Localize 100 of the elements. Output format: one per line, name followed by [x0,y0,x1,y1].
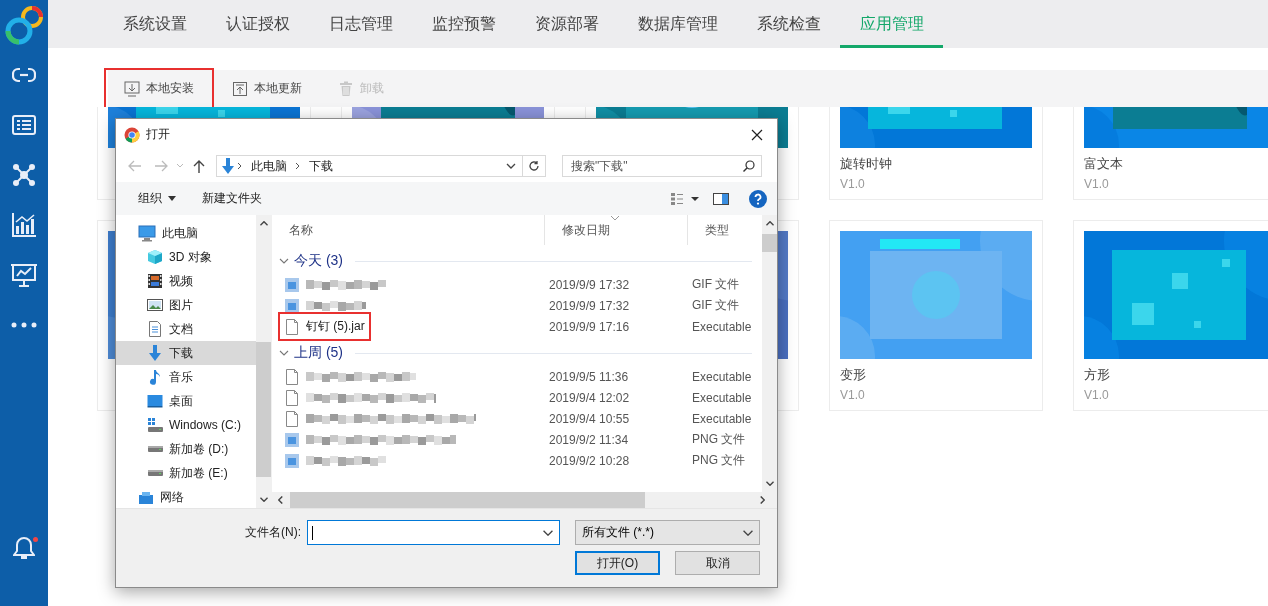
file-type: PNG 文件 [691,431,746,448]
file-type: GIF 文件 [691,297,740,314]
card-title: 旋转时钟 [840,155,893,173]
nav-tab[interactable]: 认证授权 [206,0,309,48]
help-icon[interactable] [749,189,767,208]
scrollbar-thumb[interactable] [762,234,777,252]
file-date: 2019/9/2 11:34 [548,432,630,447]
bar-chart-icon[interactable] [11,213,37,237]
chevron-down-icon[interactable] [543,529,553,536]
file-type: GIF 文件 [691,276,740,293]
drive-icon [147,446,163,452]
document-icon [284,318,300,335]
search-field[interactable]: 搜索"下载" [562,155,762,177]
column-header[interactable]: 名称 [289,221,313,239]
document-icon [284,389,300,406]
more-icon[interactable] [11,322,37,328]
card-version: V1.0 [1084,388,1110,402]
presentation-icon[interactable] [11,263,37,287]
file-date: 2019/9/5 11:36 [548,369,630,384]
sort-icon [610,215,620,221]
group-header[interactable]: 今天 (3) [294,252,343,270]
toolbar-button[interactable]: 组织 [132,186,182,211]
nav-pane-item[interactable]: 音乐 [116,365,256,389]
nav-pane-item[interactable]: 此电脑 [116,221,256,245]
up-arrow-icon [193,159,205,173]
network-icon[interactable] [12,163,36,187]
dialog-button[interactable]: 打开(O) [575,551,660,575]
file-name-field[interactable] [307,520,560,545]
chevron-down-icon [743,529,753,536]
image-file-icon [284,276,300,293]
document-icon [147,321,163,337]
scrollbar[interactable] [762,215,777,492]
nav-tab[interactable]: 资源部署 [515,0,618,48]
nav-pane-item[interactable]: 下载 [116,341,256,365]
app-card[interactable]: 变形 V1.0 [829,220,1043,411]
file-name: 钉钉 (5).jar [306,318,365,335]
card-version: V1.0 [840,388,866,402]
scrollbar-thumb[interactable] [256,342,271,477]
download-icon [124,80,140,97]
app-card[interactable]: 方形 V1.0 [1073,220,1268,411]
nav-pane-item[interactable]: 视频 [116,269,256,293]
nav-pane-item[interactable]: 3D 对象 [116,245,256,269]
breadcrumb[interactable]: 下载 [303,157,339,175]
scrollbar-thumb[interactable] [290,492,645,508]
nav-pane-item[interactable]: 文档 [116,317,256,341]
nav-tab[interactable]: 系统设置 [103,0,206,48]
card-title: 变形 [840,366,867,384]
column-header[interactable]: 类型 [705,221,729,239]
list-icon[interactable] [12,115,36,135]
card-version: V1.0 [840,177,866,191]
field-label: 文件名(N): [245,524,301,541]
network-icon [138,489,154,505]
file-type: PNG 文件 [691,452,746,469]
toolbar-button[interactable]: 本地更新 [214,70,320,107]
nav-pane-item[interactable]: 图片 [116,293,256,317]
nav-pane-item[interactable]: 新加卷 (D:) [116,437,256,461]
down-arrow-icon [221,158,235,174]
nav-pane-item[interactable]: Windows (C:) [116,413,256,437]
app-card[interactable]: 旋转时钟 V1.0 [829,107,1043,200]
browser-logo-icon [124,126,140,143]
group-header[interactable]: 上周 (5) [294,344,343,362]
nav-tab[interactable]: 数据库管理 [618,0,737,48]
computer-icon [138,224,156,242]
refresh-icon [528,160,540,172]
dialog-title: 打开 [146,126,170,143]
file-type: Executable [691,319,752,334]
system-drive-icon [147,417,163,433]
breadcrumb[interactable]: 此电脑 [245,157,293,175]
toolbar-button[interactable]: 新建文件夹 [196,186,268,211]
upload-icon [232,80,248,97]
dialog-button[interactable]: 取消 [675,551,760,575]
file-date: 2019/9/9 17:16 [548,319,631,334]
scrollbar[interactable] [272,492,777,508]
file-type-dropdown[interactable]: 所有文件 (*.*) [575,520,760,545]
nav-tab[interactable]: 监控预警 [412,0,515,48]
file-date: 2019/9/4 12:02 [548,390,631,405]
back-arrow-icon [128,160,142,172]
file-date: 2019/9/2 10:28 [548,453,631,468]
link-icon[interactable] [12,67,36,83]
app-card[interactable]: 富文本 V1.0 [1073,107,1268,200]
view-options-icon[interactable] [671,192,699,205]
preview-pane-icon[interactable] [713,192,729,205]
nav-pane-item[interactable]: 网络 [116,485,256,508]
address-bar[interactable]: 此电脑 下载 [216,155,546,177]
film-icon [147,273,163,289]
nav-tab[interactable]: 日志管理 [309,0,412,48]
scrollbar[interactable] [256,215,271,508]
file-date: 2019/9/9 17:32 [548,277,631,292]
card-title: 富文本 [1084,155,1124,173]
bell-icon[interactable] [13,536,35,560]
file-date: 2019/9/4 10:55 [548,411,631,426]
nav-tab[interactable]: 系统检查 [737,0,840,48]
caret-icon [168,196,176,201]
forward-arrow-icon [154,160,168,172]
nav-pane-item[interactable]: 新加卷 (E:) [116,461,256,485]
column-header[interactable]: 修改日期 [562,221,610,239]
close-icon [751,128,763,141]
cube-icon [147,249,163,265]
toolbar-button[interactable]: 本地安装 [106,70,212,107]
nav-pane-item[interactable]: 桌面 [116,389,256,413]
